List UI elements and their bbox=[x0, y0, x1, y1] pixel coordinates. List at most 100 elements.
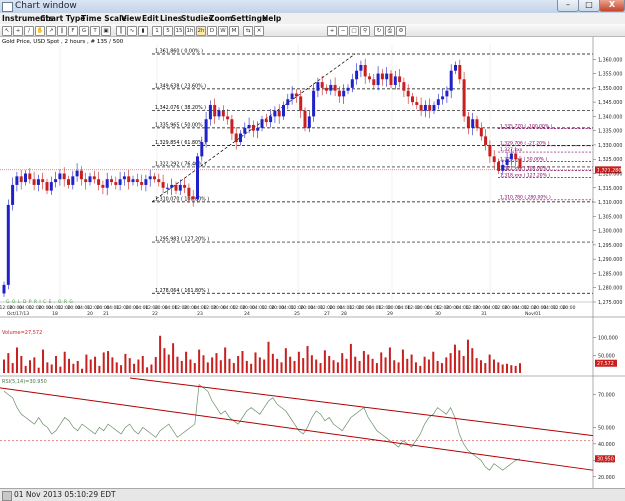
candle-body bbox=[217, 110, 221, 117]
volume-bar bbox=[323, 350, 326, 373]
tf-5m-icon[interactable]: 5 bbox=[163, 26, 173, 36]
menu-chart-type[interactable]: Chart Type bbox=[40, 14, 85, 23]
candle-body bbox=[131, 179, 135, 183]
y-tick-label: 1,290.000 bbox=[598, 257, 622, 263]
volume-bar bbox=[55, 355, 58, 373]
candle-body bbox=[406, 90, 410, 97]
candle-body bbox=[243, 127, 247, 134]
tf-1h-icon[interactable]: 1h bbox=[185, 26, 195, 36]
bar-chart-icon[interactable]: ┃ bbox=[116, 26, 126, 36]
volume-bar bbox=[228, 358, 231, 373]
volume-bar bbox=[245, 360, 248, 373]
text-tool-icon[interactable]: T bbox=[90, 26, 100, 36]
candle-body bbox=[204, 119, 208, 143]
chart-canvas[interactable]: 1,361.860 ( 0.00% ) 1,349.638 ( 23.60% ) 1… bbox=[0, 37, 625, 488]
properties-icon[interactable]: ⚙ bbox=[396, 26, 406, 36]
ray-line-icon[interactable]: ↗ bbox=[46, 26, 56, 36]
menu-zoom[interactable]: Zoom bbox=[209, 14, 233, 23]
close-button[interactable]: X bbox=[599, 0, 625, 12]
candle-body bbox=[19, 176, 23, 183]
tf-1d-icon[interactable]: D bbox=[207, 26, 217, 36]
volume-tick-label: 100,000 bbox=[598, 336, 618, 342]
draw-line-icon[interactable]: / bbox=[24, 26, 34, 36]
volume-bar bbox=[81, 368, 84, 373]
y-tick-label: 1,320.000 bbox=[598, 172, 622, 178]
channel-icon[interactable]: ∥ bbox=[57, 26, 67, 36]
chart-area[interactable]: 1,361.860 ( 0.00% ) 1,349.638 ( 23.60% ) 1… bbox=[0, 37, 625, 488]
candle-body bbox=[234, 133, 238, 143]
volume-bar bbox=[297, 351, 300, 373]
candle-body bbox=[269, 116, 273, 123]
volume-bar bbox=[7, 353, 10, 373]
tf-15m-icon[interactable]: 15 bbox=[174, 26, 184, 36]
extension-level-label: 1,318.xxx ( 127.20% ) bbox=[500, 172, 550, 178]
menu-help[interactable]: Help bbox=[262, 14, 281, 23]
delete-icon[interactable]: ✕ bbox=[254, 26, 264, 36]
menu-time-scale[interactable]: Time Scale bbox=[81, 14, 127, 23]
hand-pan-icon[interactable]: ✋ bbox=[35, 26, 45, 36]
tf-1mo-icon[interactable]: M bbox=[229, 26, 239, 36]
volume-label: Volume=27,572 bbox=[2, 330, 42, 336]
tf-1m-icon[interactable]: 1 bbox=[152, 26, 162, 36]
candle-body bbox=[346, 87, 350, 91]
fibonacci-icon[interactable]: F bbox=[68, 26, 78, 36]
volume-bar bbox=[328, 355, 331, 373]
volume-bar bbox=[137, 359, 140, 373]
minimize-button[interactable]: – bbox=[557, 0, 579, 12]
maximize-button[interactable]: □ bbox=[578, 0, 600, 12]
candle-body bbox=[307, 116, 311, 128]
candle-body bbox=[165, 187, 169, 189]
candle-body bbox=[118, 179, 122, 185]
candle-chart-icon[interactable]: ▮ bbox=[138, 26, 148, 36]
menu-view[interactable]: View bbox=[121, 14, 141, 23]
candle-body bbox=[316, 82, 320, 91]
x-tick-label: 20:00 bbox=[563, 305, 576, 311]
candle-body bbox=[518, 159, 522, 168]
scroll-icon[interactable]: ⇆ bbox=[243, 26, 253, 36]
line-chart-icon[interactable]: ∿ bbox=[127, 26, 137, 36]
volume-bar bbox=[33, 357, 36, 373]
fib-level-label: 1,278.064 ( 161.80% ) bbox=[155, 288, 209, 294]
volume-bar bbox=[436, 360, 439, 373]
volume-bar bbox=[406, 358, 409, 373]
volume-bar bbox=[11, 363, 14, 373]
volume-bar bbox=[427, 359, 430, 373]
refresh-icon[interactable]: ↻ bbox=[374, 26, 384, 36]
volume-bar bbox=[193, 363, 196, 373]
candle-body bbox=[71, 176, 75, 185]
date-label: 30 bbox=[435, 311, 441, 317]
candle-body bbox=[454, 64, 457, 71]
fib-level-label: 1,342.076 ( 38.20% ) bbox=[155, 105, 206, 111]
candle-body bbox=[157, 179, 161, 183]
crosshair-icon[interactable]: + bbox=[13, 26, 23, 36]
zoom-area-icon[interactable]: ▣ bbox=[101, 26, 111, 36]
volume-last-value: 27,572 bbox=[597, 361, 614, 367]
y-tick-label: 1,330.000 bbox=[598, 143, 622, 149]
candle-body bbox=[484, 136, 488, 145]
candle-body bbox=[144, 179, 148, 185]
candle-body bbox=[196, 156, 199, 200]
zoom-out-icon[interactable]: − bbox=[338, 26, 348, 36]
arrow-cursor-icon[interactable]: ↖ bbox=[2, 26, 12, 36]
candle-body bbox=[290, 93, 294, 100]
tf-1w-icon[interactable]: W bbox=[218, 26, 228, 36]
candle-body bbox=[359, 64, 363, 71]
date-label: Oct/17/13 bbox=[7, 311, 29, 317]
y-tick-label: 1,355.000 bbox=[598, 72, 622, 78]
volume-bar bbox=[410, 354, 413, 373]
y-tick-label: 1,275.000 bbox=[598, 300, 622, 306]
menu-lines[interactable]: Lines bbox=[160, 14, 182, 23]
volume-bar bbox=[50, 364, 53, 373]
magnifier-icon[interactable]: ⚲ bbox=[360, 26, 370, 36]
volume-bar bbox=[458, 350, 461, 373]
print-icon[interactable]: ⎙ bbox=[385, 26, 395, 36]
zoom-in-icon[interactable]: + bbox=[327, 26, 337, 36]
volume-bar bbox=[293, 360, 296, 373]
gann-icon[interactable]: G bbox=[79, 26, 89, 36]
tf-2h-icon[interactable]: 2h bbox=[196, 26, 206, 36]
y-tick-label: 1,300.000 bbox=[598, 229, 622, 235]
volume-bar bbox=[310, 355, 313, 373]
zoom-fit-icon[interactable]: □ bbox=[349, 26, 359, 36]
menu-edit[interactable]: Edit bbox=[142, 14, 159, 23]
candle-body bbox=[462, 79, 466, 117]
